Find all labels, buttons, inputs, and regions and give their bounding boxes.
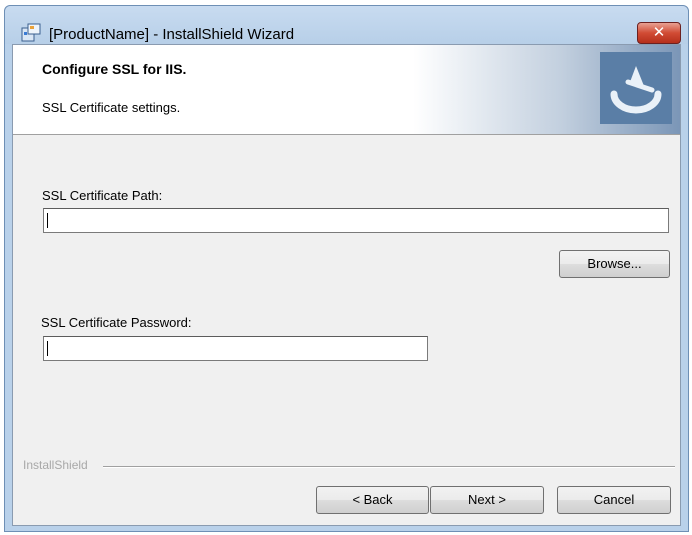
brand-label: InstallShield — [23, 458, 92, 472]
separator — [103, 466, 675, 468]
header-banner: Configure SSL for IIS. SSL Certificate s… — [13, 45, 680, 135]
installshield-logo-icon — [600, 52, 672, 124]
installer-icon — [21, 23, 41, 42]
wizard-body: Configure SSL for IIS. SSL Certificate s… — [12, 44, 681, 526]
certificate-password-label: SSL Certificate Password: — [41, 315, 192, 330]
page-subtitle: SSL Certificate settings. — [42, 100, 181, 115]
browse-button[interactable]: Browse... — [559, 250, 670, 278]
title-bar[interactable]: [ProductName] - InstallShield Wizard ✕ — [5, 6, 688, 44]
page-title: Configure SSL for IIS. — [42, 61, 187, 77]
cancel-button[interactable]: Cancel — [557, 486, 671, 514]
back-button[interactable]: < Back — [316, 486, 429, 514]
next-button[interactable]: Next > — [430, 486, 544, 514]
installshield-branding: InstallShield — [13, 458, 675, 474]
window-title: [ProductName] - InstallShield Wizard — [49, 26, 295, 43]
close-icon: ✕ — [652, 23, 666, 41]
certificate-path-label: SSL Certificate Path: — [42, 188, 163, 203]
certificate-password-input[interactable] — [43, 336, 428, 361]
wizard-window: [ProductName] - InstallShield Wizard ✕ C… — [4, 5, 689, 532]
close-button[interactable]: ✕ — [637, 22, 681, 44]
certificate-path-input[interactable] — [43, 208, 669, 233]
